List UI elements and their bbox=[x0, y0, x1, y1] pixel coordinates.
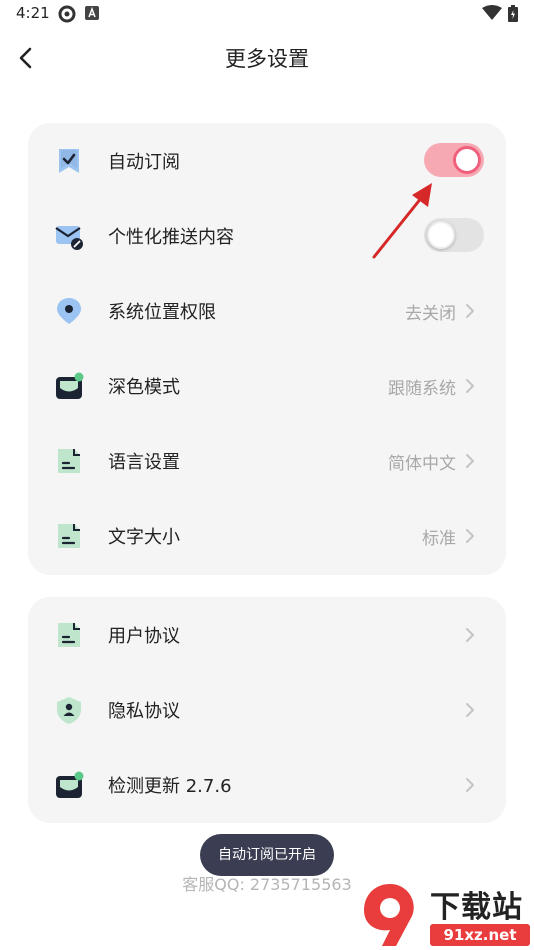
sync-icon bbox=[58, 5, 76, 27]
row-label: 个性化推送内容 bbox=[108, 227, 234, 248]
location-pin-icon bbox=[54, 296, 84, 326]
dark-mode-tray-icon bbox=[54, 371, 84, 401]
chevron-right-icon bbox=[466, 778, 474, 792]
row-label: 语言设置 bbox=[108, 452, 180, 473]
status-time: 4:21 bbox=[16, 4, 50, 22]
chevron-right-icon bbox=[466, 379, 474, 393]
status-bar: 4:21 bbox=[0, 0, 534, 28]
document-icon bbox=[54, 521, 84, 551]
watermark-text: 下载站 bbox=[430, 890, 523, 925]
watermark-logo-icon bbox=[364, 884, 414, 946]
auto-subscribe-toggle[interactable] bbox=[424, 143, 484, 177]
row-label: 文字大小 bbox=[108, 527, 180, 548]
row-value: 去关闭 bbox=[405, 304, 456, 324]
row-label: 系统位置权限 bbox=[108, 302, 216, 323]
chevron-right-icon bbox=[466, 454, 474, 468]
update-tray-icon bbox=[54, 770, 84, 800]
row-font-size[interactable]: 文字大小 标准 bbox=[28, 498, 506, 573]
row-label: 自动订阅 bbox=[108, 152, 180, 173]
annotation-arrow-icon bbox=[372, 183, 432, 259]
battery-icon bbox=[508, 5, 518, 26]
row-dark-mode[interactable]: 深色模式 跟随系统 bbox=[28, 348, 506, 423]
row-language[interactable]: 语言设置 简体中文 bbox=[28, 423, 506, 498]
row-label: 隐私协议 bbox=[108, 701, 180, 722]
mail-block-icon bbox=[54, 221, 84, 251]
document-icon bbox=[54, 446, 84, 476]
chevron-right-icon bbox=[466, 529, 474, 543]
site-watermark: 下载站 91xz.net bbox=[360, 880, 534, 950]
toast-message: 自动订阅已开启 bbox=[200, 834, 334, 876]
row-label: 检测更新 2.7.6 bbox=[108, 776, 232, 797]
chevron-right-icon bbox=[466, 628, 474, 642]
header: 更多设置 bbox=[0, 30, 534, 86]
row-value: 标准 bbox=[422, 529, 456, 549]
row-label: 深色模式 bbox=[108, 377, 180, 398]
wifi-icon bbox=[482, 5, 502, 25]
chevron-right-icon bbox=[466, 304, 474, 318]
row-value: 简体中文 bbox=[388, 454, 456, 474]
bookmark-check-icon bbox=[54, 146, 84, 176]
document-icon bbox=[54, 620, 84, 650]
row-label: 用户协议 bbox=[108, 626, 180, 647]
row-privacy-agreement[interactable]: 隐私协议 bbox=[28, 672, 506, 747]
toggle-knob bbox=[453, 146, 481, 174]
row-value: 跟随系统 bbox=[388, 379, 456, 399]
app-notification-icon bbox=[84, 5, 100, 25]
watermark-url: 91xz.net bbox=[430, 924, 530, 946]
settings-card-about: 用户协议 隐私协议 检测更新 2.7.6 bbox=[28, 597, 506, 823]
shield-user-icon bbox=[54, 695, 84, 725]
row-location-permission[interactable]: 系统位置权限 去关闭 bbox=[28, 273, 506, 348]
page-title: 更多设置 bbox=[225, 47, 309, 71]
row-check-update[interactable]: 检测更新 2.7.6 bbox=[28, 747, 506, 822]
chevron-right-icon bbox=[466, 703, 474, 717]
row-user-agreement[interactable]: 用户协议 bbox=[28, 597, 506, 672]
